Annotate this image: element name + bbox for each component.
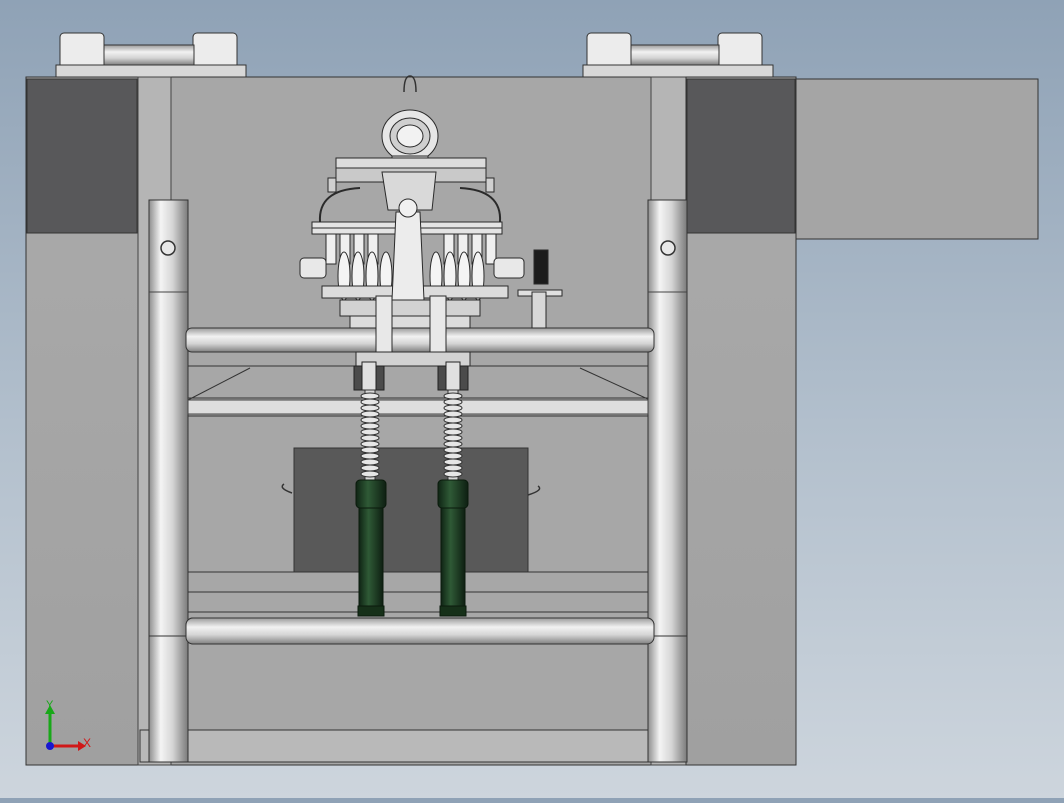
right-rod-bottom-cap [647, 635, 688, 763]
lower-horizontal-rod-front [185, 617, 655, 645]
pivot-pin-icon [398, 198, 418, 218]
left-cylinder[interactable] [355, 479, 387, 617]
left-dark-block[interactable] [26, 78, 138, 234]
right-dark-block[interactable] [686, 78, 796, 234]
top-bracket-right[interactable] [582, 32, 774, 78]
right-rod-hole-icon [660, 240, 676, 256]
left-rod-bottom-cap [148, 635, 189, 763]
inner-dark-panel[interactable] [293, 447, 529, 573]
top-bracket-left[interactable] [55, 32, 247, 78]
right-extension-plate[interactable] [795, 78, 1039, 240]
cad-viewport[interactable]: X Y [0, 0, 1064, 798]
base-strip [139, 729, 687, 763]
right-cylinder[interactable] [437, 479, 469, 617]
left-rod-hole-icon [160, 240, 176, 256]
right-clevis[interactable] [437, 361, 469, 391]
upper-horizontal-rod[interactable] [185, 327, 655, 353]
x-axis-label: X [83, 736, 91, 750]
gear-icon[interactable] [533, 249, 549, 285]
left-clevis[interactable] [353, 361, 385, 391]
y-axis-label: Y [46, 699, 54, 711]
z-axis-dot-icon [46, 742, 54, 750]
middle-horizontal-rail [187, 399, 649, 415]
